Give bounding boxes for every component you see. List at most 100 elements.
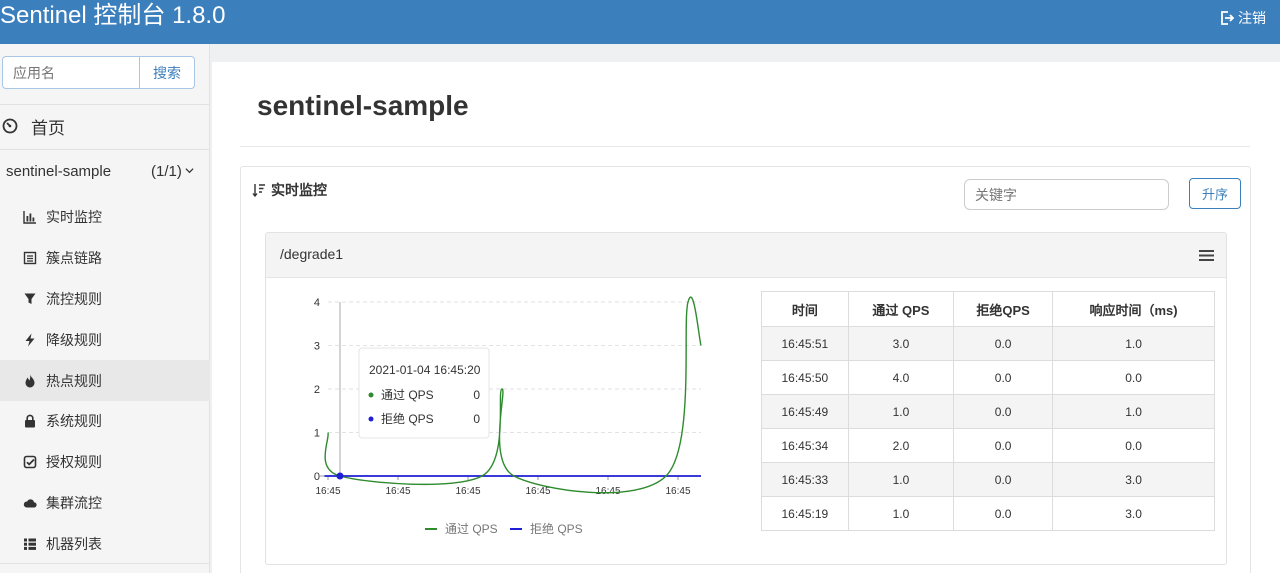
sidebar-item-label: 簇点链路 xyxy=(46,250,102,267)
y-tick-label: 1 xyxy=(314,428,320,440)
cell-block-qps: 0.0 xyxy=(953,496,1054,531)
cell-pass-qps: 4.0 xyxy=(847,360,955,395)
cell-pass-qps: 1.0 xyxy=(847,496,955,531)
x-tick-label: 16:45 xyxy=(385,486,410,497)
lock-icon xyxy=(25,415,35,428)
sidebar-divider xyxy=(0,563,210,564)
sidebar-item-label: 系统规则 xyxy=(46,413,102,430)
sidebar: 搜索 首页 sentinel-sample (1/1) 实时监控 xyxy=(0,44,210,573)
hover-point xyxy=(336,472,344,480)
y-tick-label: 3 xyxy=(314,341,320,353)
sidebar-item-flow-rules[interactable]: 流控规则 xyxy=(0,279,210,320)
tooltip-marker xyxy=(368,416,374,422)
sidebar-item-auth-rules[interactable]: 授权规则 xyxy=(0,442,210,483)
panel-title-label: 实时监控 xyxy=(271,182,327,198)
sidebar-divider xyxy=(0,104,210,105)
chevron-down-icon xyxy=(185,168,194,174)
app-title: Sentinel 控制台 1.8.0 xyxy=(0,2,226,29)
cell-block-qps: 0.0 xyxy=(953,462,1054,497)
sidebar-divider xyxy=(0,149,210,150)
x-tick-label: 16:45 xyxy=(525,486,550,497)
panel-title: 实时监控 xyxy=(252,180,327,200)
sidebar-item-system-rules[interactable]: 系统规则 xyxy=(0,401,210,442)
x-tick-label: 16:45 xyxy=(315,486,340,497)
sidebar-item-label: 机器列表 xyxy=(46,535,102,552)
tooltip-series-value: 0 xyxy=(473,412,480,426)
tooltip-title: 2021-01-04 16:45:20 xyxy=(369,363,481,377)
sidebar-item-cluster-flow[interactable]: 集群流控 xyxy=(0,483,210,524)
x-tick-label: 16:45 xyxy=(665,486,690,497)
table-row: 16:45:33 1.0 0.0 3.0 xyxy=(761,462,1215,497)
top-header: Sentinel 控制台 1.8.0 注销 xyxy=(0,0,1280,44)
resource-name: /degrade1 xyxy=(280,246,344,262)
logout-button[interactable]: 注销 xyxy=(1219,8,1266,28)
table-row: 16:45:50 4.0 0.0 0.0 xyxy=(761,360,1215,395)
sidebar-item-label: 热点规则 xyxy=(46,372,102,389)
tooltip-series-name: 通过 QPS xyxy=(381,388,434,402)
th-list-icon xyxy=(24,538,36,550)
sidebar-item-machine-list[interactable]: 机器列表 xyxy=(0,523,210,564)
column-header-block-qps: 拒绝QPS xyxy=(953,291,1054,327)
bar-chart-icon xyxy=(23,211,36,225)
sidebar-item-label: 集群流控 xyxy=(46,494,102,511)
cell-pass-qps: 2.0 xyxy=(847,428,955,463)
logout-icon xyxy=(1221,11,1235,25)
resource-card: /degrade1 0 1 2 3 4 16:45 16:45 16:45 16:45 16:45… xyxy=(265,232,1227,565)
lightning-icon xyxy=(25,333,35,347)
list-icon xyxy=(23,251,37,265)
cell-rt: 1.0 xyxy=(1052,326,1215,361)
sidebar-item-hot-param-rules[interactable]: 热点规则 xyxy=(0,360,210,401)
legend-label: 拒绝 QPS xyxy=(530,521,583,536)
menu-icon[interactable] xyxy=(1199,249,1214,262)
qps-line-chart: 0 1 2 3 4 16:45 16:45 16:45 16:45 16:45 16:45 2021-… xyxy=(314,296,702,536)
table-header-row: 时间 通过 QPS 拒绝QPS 响应时间（ms) xyxy=(761,291,1215,327)
app-search: 搜索 xyxy=(2,56,195,89)
dashboard-icon xyxy=(2,118,18,134)
cell-block-qps: 0.0 xyxy=(953,428,1054,463)
filter-icon xyxy=(24,293,36,304)
cell-pass-qps: 1.0 xyxy=(847,394,955,429)
home-label: 首页 xyxy=(31,118,65,138)
tooltip-marker xyxy=(368,392,374,398)
cell-time: 16:45:50 xyxy=(761,360,849,395)
sidebar-item-home[interactable]: 首页 xyxy=(0,106,210,146)
table-row: 16:45:49 1.0 0.0 1.0 xyxy=(761,394,1215,429)
keyword-input[interactable] xyxy=(964,179,1169,210)
sidebar-item-realtime-monitor[interactable]: 实时监控 xyxy=(0,197,210,238)
title-divider xyxy=(240,146,1250,147)
legend-label: 通过 QPS xyxy=(445,522,498,536)
table-row: 16:45:19 1.0 0.0 3.0 xyxy=(761,496,1215,531)
resource-card-header: /degrade1 xyxy=(266,233,1226,278)
cell-time: 16:45:33 xyxy=(761,462,849,497)
app-name: sentinel-sample xyxy=(6,163,112,180)
column-header-rt: 响应时间（ms) xyxy=(1052,291,1215,327)
realtime-monitor-panel: 实时监控 升序 /degrade1 0 1 2 3 4 16:45 16:45 16:45 16… xyxy=(240,166,1251,573)
table-row: 16:45:34 2.0 0.0 0.0 xyxy=(761,428,1215,463)
column-header-time: 时间 xyxy=(761,291,849,327)
cell-rt: 0.0 xyxy=(1052,428,1215,463)
sidebar-item-label: 降级规则 xyxy=(46,331,102,348)
sidebar-app-toggle[interactable]: sentinel-sample (1/1) xyxy=(0,156,210,188)
sidebar-item-degrade-rules[interactable]: 降级规则 xyxy=(0,319,210,360)
sidebar-menu: 实时监控 簇点链路 流控规则 降级规则 热点规则 系统规则 授权规则 集群流控 … xyxy=(0,197,210,564)
cell-rt: 3.0 xyxy=(1052,462,1215,497)
sidebar-item-label: 授权规则 xyxy=(46,454,102,471)
sort-asc-button[interactable]: 升序 xyxy=(1189,178,1241,209)
sidebar-item-label: 实时监控 xyxy=(46,209,102,226)
cell-time: 16:45:49 xyxy=(761,394,849,429)
search-button[interactable]: 搜索 xyxy=(140,56,195,89)
y-tick-label: 0 xyxy=(314,471,320,483)
checkbox-icon xyxy=(23,455,37,469)
app-search-input[interactable] xyxy=(2,56,140,89)
tooltip-series-name: 拒绝 QPS xyxy=(381,411,434,426)
cell-rt: 0.0 xyxy=(1052,360,1215,395)
sidebar-item-cluster-link[interactable]: 簇点链路 xyxy=(0,238,210,279)
cell-rt: 1.0 xyxy=(1052,394,1215,429)
cell-time: 16:45:34 xyxy=(761,428,849,463)
metrics-table: 时间 通过 QPS 拒绝QPS 响应时间（ms) 16:45:51 3.0 0.… xyxy=(761,291,1215,531)
cloud-icon xyxy=(23,499,37,508)
cell-rt: 3.0 xyxy=(1052,496,1215,531)
sort-amount-icon xyxy=(252,184,265,197)
logout-label: 注销 xyxy=(1238,10,1266,26)
cell-block-qps: 0.0 xyxy=(953,360,1054,395)
